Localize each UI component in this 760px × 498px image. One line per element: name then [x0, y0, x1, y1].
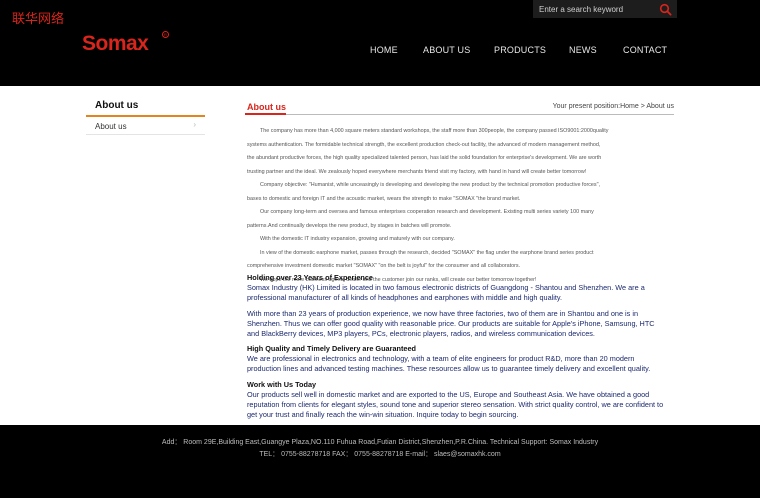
section-line: Somax Industry (HK) Limited is located i… [247, 283, 645, 292]
sidebar-title: About us [95, 100, 139, 111]
intro-line: systems authentication. The formidable t… [247, 141, 601, 148]
search-icon[interactable] [659, 3, 672, 16]
search-box [533, 0, 677, 18]
header: 联华网络 Somax R HOME ABOUT US PRODUCTS NEWS… [0, 0, 760, 86]
section-heading: Work with Us Today [247, 380, 317, 389]
section-line: production lines and advanced testing ma… [247, 364, 651, 373]
intro-line: Company objective: "Humanist, while unce… [260, 182, 601, 188]
section-line: With more than 23 years of production ex… [247, 309, 639, 318]
footer-address: Add： Room 29E,Building East,Guangye Plaz… [161, 439, 599, 446]
sidebar-item-label: About us [95, 122, 127, 131]
section-line: reputation from clients for elegant styl… [247, 400, 664, 409]
intro-line: The company has more than 4,000 square m… [260, 128, 609, 134]
intro-line: In view of the domestic earphone market,… [260, 249, 594, 256]
nav-contact[interactable]: CONTACT [623, 45, 667, 55]
section-quality: High Quality and Timely Delivery are Gua… [247, 344, 667, 374]
intro-line: patterns.And continually develops the ne… [247, 222, 452, 229]
section-work-with-us: Work with Us Today Our products sell wel… [247, 380, 667, 420]
intro-line: comprehensive investment domestic market… [247, 263, 521, 269]
breadcrumb-prefix: Your present position: [552, 103, 621, 110]
corner-mark: 联华网络 [12, 12, 65, 27]
sidebar-item-about-us[interactable]: About us › [86, 117, 205, 135]
footer: Add： Room 29E,Building East,Guangye Plaz… [0, 425, 760, 498]
section-heading: High Quality and Timely Delivery are Gua… [247, 344, 416, 353]
nav-about-us[interactable]: ABOUT US [423, 45, 470, 55]
intro-line: With the domestic IT industry expansion,… [260, 236, 455, 242]
title-rule-accent [245, 113, 286, 115]
section-heading: Holding over 23 Years of Experience [247, 273, 373, 282]
section-line: and BlackBerry devices, MP3 players, PCs… [247, 329, 595, 338]
search-input[interactable] [539, 2, 655, 16]
nav-news[interactable]: NEWS [569, 45, 597, 55]
title-rule [245, 114, 674, 115]
somax-logo[interactable]: Somax [82, 32, 149, 56]
intro-line: bases to domestic and foreign IT and the… [247, 195, 521, 202]
footer-contact: TEL： 0755-88278718 FAX： 0755-88278718 E-… [259, 451, 501, 458]
breadcrumb: Your present position:Home > About us [553, 103, 674, 110]
section-line: We are professional in electronics and t… [247, 354, 635, 363]
section-line: professional manufacturer of all kinds o… [247, 293, 563, 302]
registered-mark: R [162, 31, 169, 38]
breadcrumb-current[interactable]: About us [646, 103, 674, 110]
breadcrumb-home[interactable]: Home [620, 103, 639, 110]
nav-products[interactable]: PRODUCTS [494, 45, 546, 55]
section-line: get your trust and finally reach the win… [247, 410, 519, 419]
intro-line: Our company long-term and oversea and fa… [260, 209, 594, 215]
section-line: Shenzhen. Thus we can offer good quality… [247, 319, 655, 328]
nav-home[interactable]: HOME [370, 45, 398, 55]
chevron-right-icon: › [193, 120, 196, 129]
section-production: With more than 23 years of production ex… [247, 309, 667, 339]
section-line: Our products sell well in domestic marke… [247, 390, 650, 399]
intro-text: The company has more than 4,000 square m… [247, 125, 667, 287]
page-title: About us [247, 102, 286, 112]
intro-line: the abundant productive forces, the high… [247, 155, 602, 161]
intro-line: trusting partner and the ideal. We zealo… [247, 168, 587, 175]
section-experience: Holding over 23 Years of Experience Soma… [247, 273, 667, 303]
